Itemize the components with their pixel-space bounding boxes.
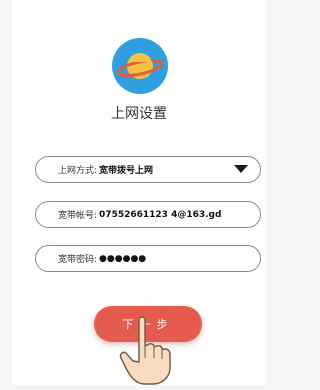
broadband-password-label: 宽带密码: <box>58 255 98 265</box>
planet-logo-icon <box>112 38 168 94</box>
broadband-password-value: ●●●●●● <box>99 253 147 264</box>
connection-type-value: 宽带拨号上网 <box>99 166 154 176</box>
hand-pointer-icon <box>117 314 179 386</box>
broadband-account-label: 宽带帐号: <box>58 211 98 221</box>
broadband-account-field[interactable]: 宽带帐号: 07552661123 4@163.gd <box>35 201 261 228</box>
broadband-password-field[interactable]: 宽带密码: ●●●●●● <box>35 245 261 272</box>
connection-type-label: 上网方式: <box>58 166 98 176</box>
broadband-account-value: 07552661123 4@163.gd <box>99 209 222 220</box>
page-title: 上网设置 <box>111 106 167 122</box>
caret-down-icon[interactable] <box>234 165 248 173</box>
connection-type-select[interactable]: 上网方式: 宽带拨号上网 <box>35 156 261 183</box>
